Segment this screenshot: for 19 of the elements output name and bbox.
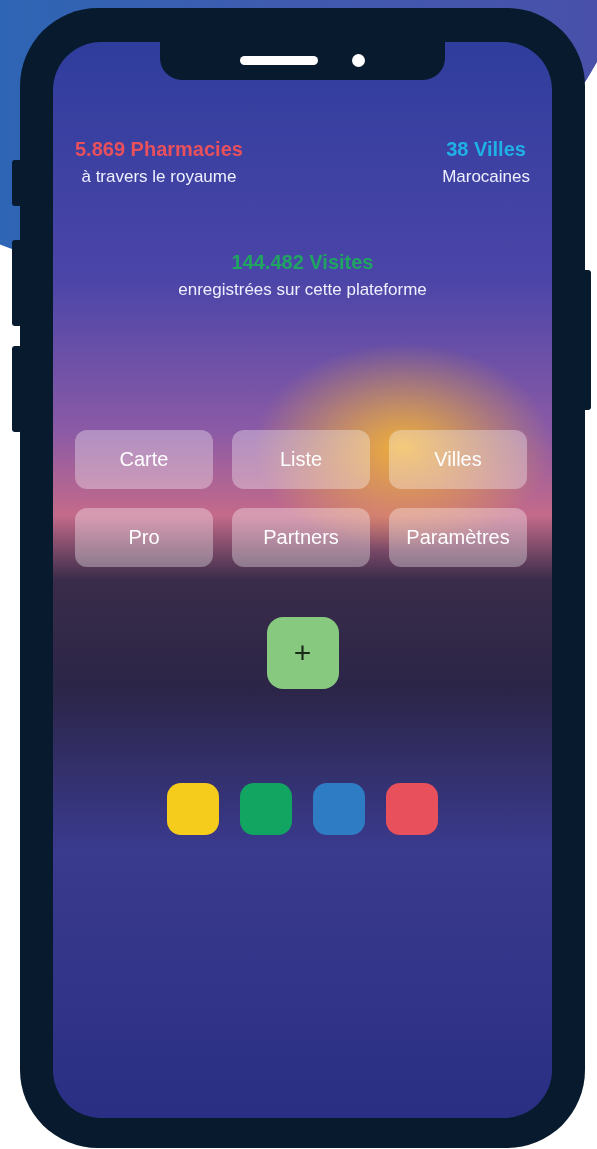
color-swatch[interactable]	[167, 783, 219, 835]
stat-caption: à travers le royaume	[81, 167, 237, 187]
stat-caption: Marocaines	[442, 167, 530, 187]
menu-button[interactable]: Liste	[232, 430, 370, 489]
add-button[interactable]: +	[266, 617, 339, 689]
menu-button[interactable]: Carte	[75, 430, 213, 489]
menu-button[interactable]: Villes	[389, 430, 527, 489]
color-swatch[interactable]	[386, 783, 438, 835]
stat-caption: enregistrées sur cette plateforme	[178, 280, 427, 300]
menu-button[interactable]: Partners	[232, 508, 370, 567]
speaker-icon	[240, 55, 318, 65]
camera-icon	[352, 53, 365, 67]
menu-button[interactable]: Paramètres	[389, 508, 527, 567]
color-swatch[interactable]	[240, 783, 292, 835]
stat-value: 38 Villes	[446, 138, 526, 161]
stat-value: 144.482 Visites	[231, 251, 374, 274]
menu-button[interactable]: Pro	[75, 508, 213, 567]
color-swatch[interactable]	[313, 783, 365, 835]
stat-value: 5.869 Pharmacies	[75, 138, 243, 161]
